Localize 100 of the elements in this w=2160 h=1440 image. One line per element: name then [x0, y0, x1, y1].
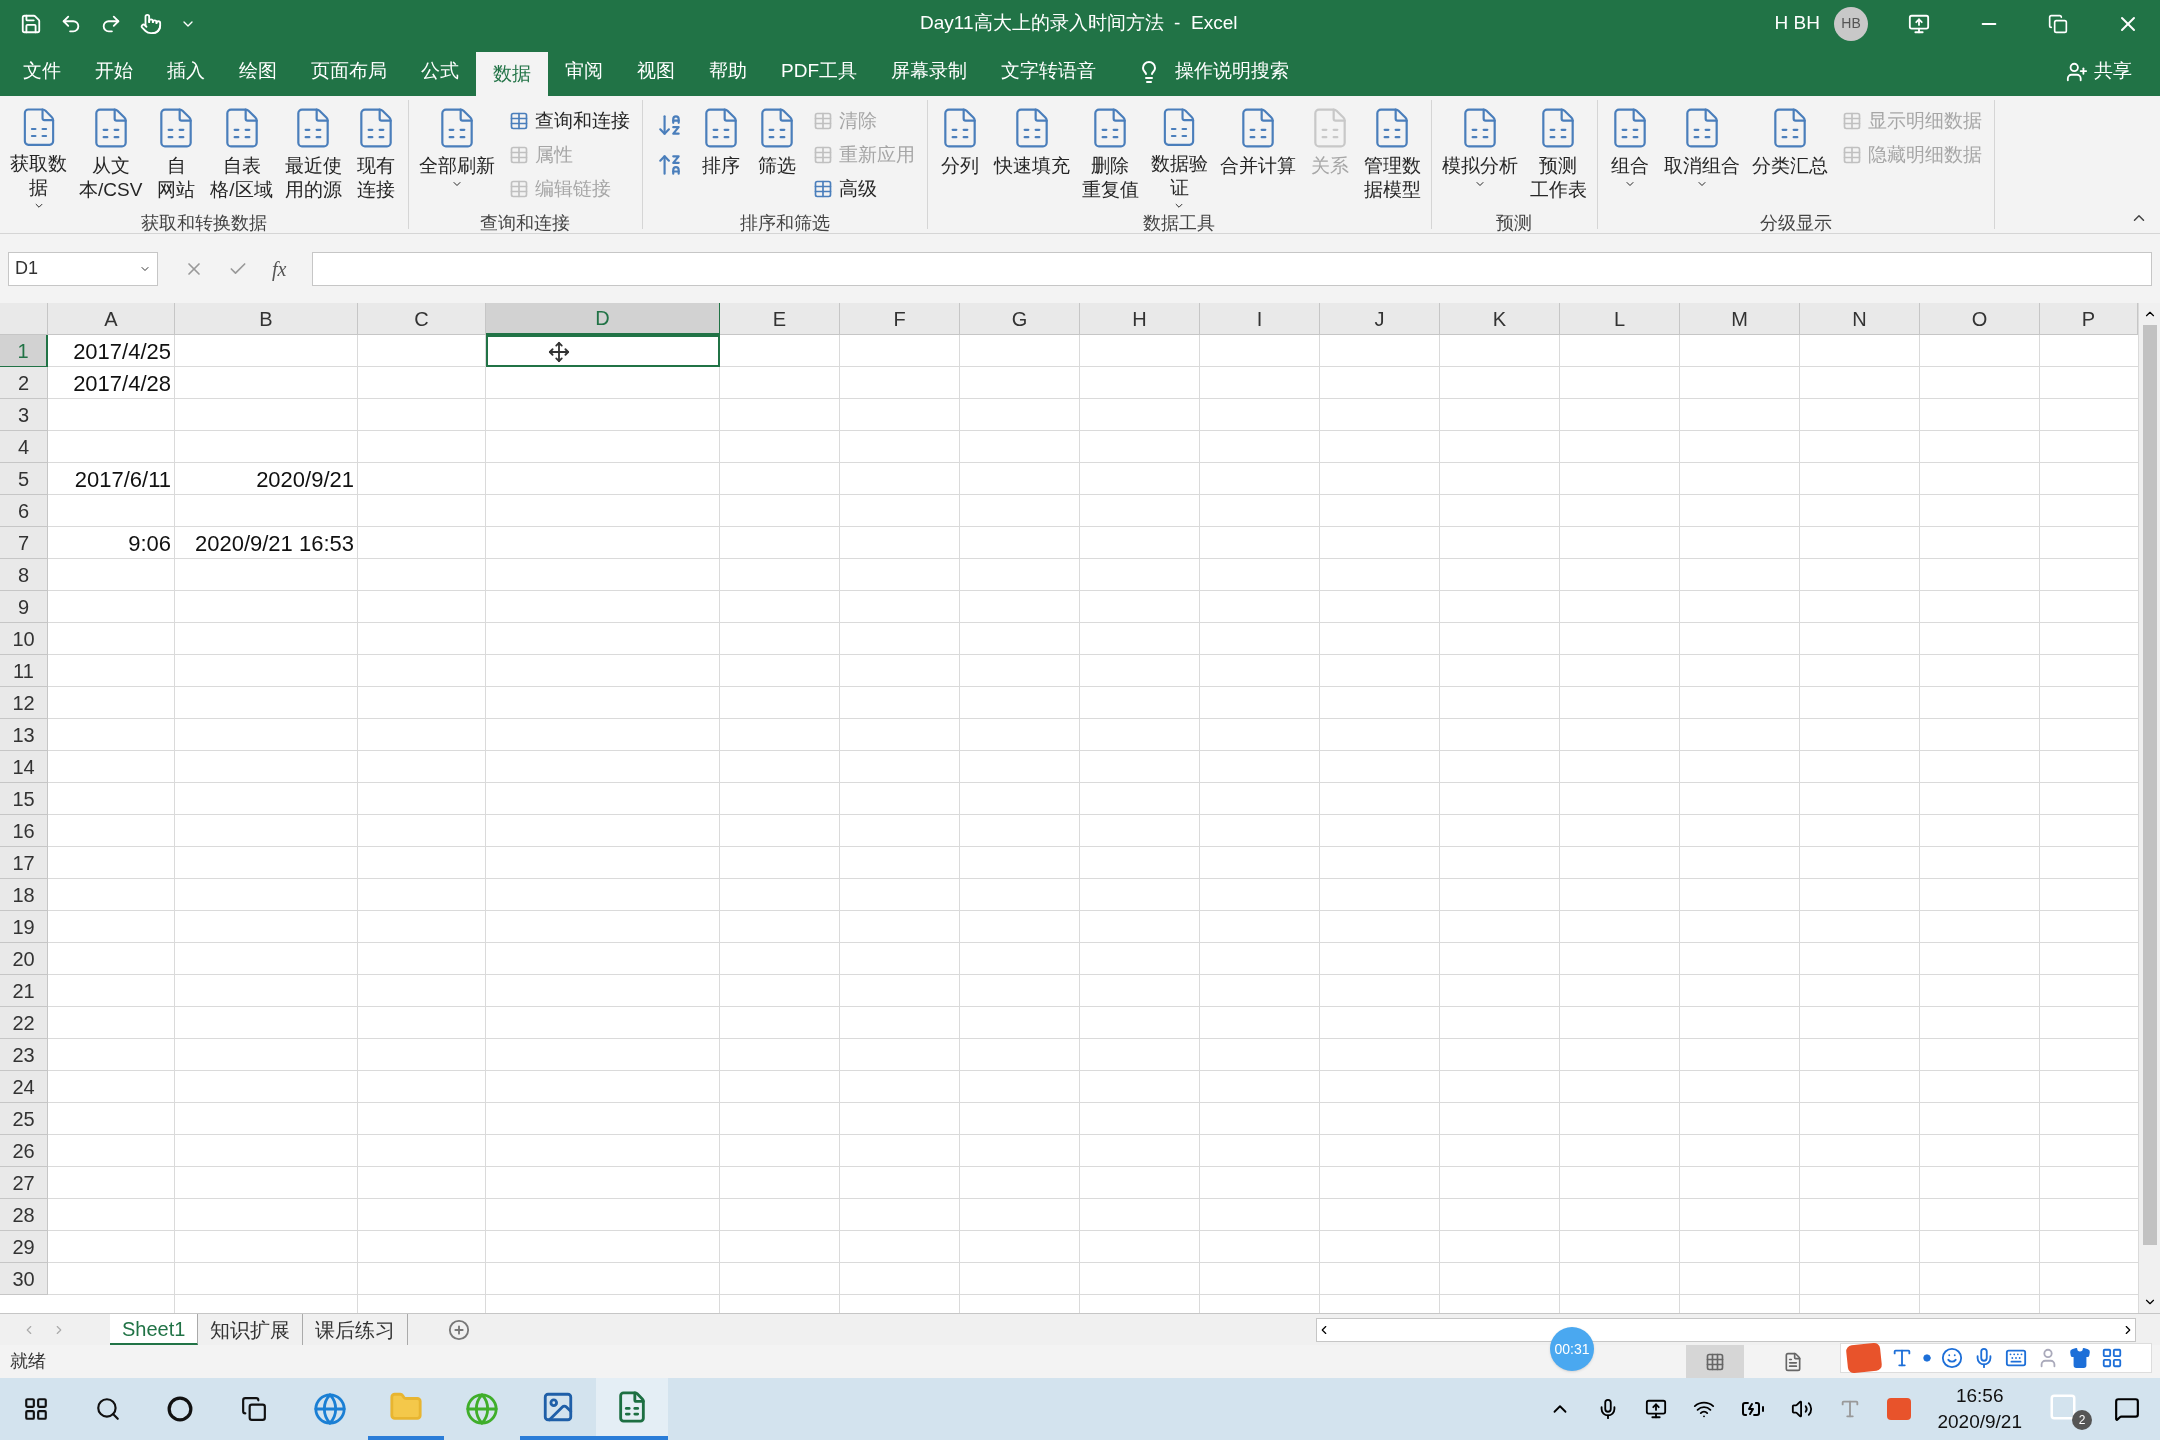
row-header[interactable]: 4 [0, 431, 48, 463]
column-header[interactable]: N [1800, 303, 1920, 335]
row-header[interactable]: 9 [0, 591, 48, 623]
column-header[interactable]: J [1320, 303, 1440, 335]
punctuation-icon[interactable] [1923, 1354, 1931, 1362]
row-header[interactable]: 5 [0, 463, 48, 495]
ribbon-button[interactable]: 删除 重复值 [1075, 100, 1145, 212]
share-button[interactable]: 共享 [2066, 47, 2132, 96]
ribbon-tab[interactable]: 公式 [404, 47, 476, 96]
row-header[interactable]: 17 [0, 847, 48, 879]
row-header[interactable]: 7 [0, 527, 48, 559]
ribbon-tab[interactable]: 页面布局 [294, 47, 404, 96]
ribbon-button[interactable]: 最近使 用的源 [278, 100, 348, 212]
ribbon-button[interactable]: 合并计算 [1213, 100, 1302, 212]
row-header[interactable]: 13 [0, 719, 48, 751]
ribbon-tab[interactable]: 审阅 [548, 47, 620, 96]
ribbon-tab[interactable]: 数据 [476, 52, 548, 96]
shirt-icon[interactable] [2069, 1347, 2091, 1369]
text-icon[interactable] [1891, 1347, 1913, 1369]
ribbon-button[interactable]: 数据验 证 [1144, 100, 1214, 212]
column-header[interactable]: D [486, 303, 720, 335]
cortana-icon[interactable] [167, 1396, 193, 1422]
row-header[interactable]: 26 [0, 1135, 48, 1167]
column-header[interactable]: L [1560, 303, 1680, 335]
row-header[interactable]: 25 [0, 1103, 48, 1135]
row-header[interactable]: 2 [0, 367, 48, 399]
ribbon-button[interactable]: 管理数 据模型 [1357, 100, 1427, 212]
row-header[interactable]: 12 [0, 687, 48, 719]
ribbon-button[interactable]: 筛选 [748, 100, 805, 212]
clock-time[interactable]: 16:56 [1955, 1383, 2004, 1409]
ribbon-button[interactable]: 预测 工作表 [1523, 100, 1593, 212]
ribbon-button[interactable]: 组合 [1601, 100, 1658, 212]
grid-icon[interactable] [2101, 1347, 2123, 1369]
row-header[interactable]: 20 [0, 943, 48, 975]
restore-icon[interactable] [2048, 13, 2068, 34]
ribbon-button[interactable]: 高级 [808, 174, 919, 204]
windows-icon[interactable] [23, 1396, 49, 1422]
volume-icon[interactable] [1791, 1398, 1814, 1420]
ribbon-button[interactable]: 排序 [692, 100, 749, 212]
ribbon-button[interactable]: 快速填充 [987, 100, 1076, 212]
ribbon-button[interactable]: 获取数 据 [4, 100, 73, 212]
formula-input[interactable] [312, 251, 2152, 286]
sogou-tray-icon[interactable] [1887, 1398, 1912, 1420]
insert-function-button[interactable]: fx [272, 253, 287, 284]
normal-view-button[interactable] [1686, 1345, 1744, 1378]
ribbon-tab[interactable]: 绘图 [222, 47, 294, 96]
ribbon-button[interactable]: 模拟分析 [1435, 100, 1524, 212]
row-header[interactable]: 30 [0, 1263, 48, 1295]
column-header[interactable]: F [840, 303, 960, 335]
row-header[interactable]: 11 [0, 655, 48, 687]
photos-icon[interactable] [541, 1390, 575, 1424]
ribbon-button[interactable]: 自 网站 [148, 100, 205, 212]
browser-icon[interactable] [313, 1392, 347, 1426]
touch-icon[interactable] [140, 12, 162, 35]
sogou-logo-icon[interactable] [1845, 1342, 1883, 1374]
row-header[interactable]: 28 [0, 1199, 48, 1231]
row-header[interactable]: 21 [0, 975, 48, 1007]
column-header[interactable]: A [48, 303, 175, 335]
row-header[interactable]: 14 [0, 751, 48, 783]
ribbon-tab[interactable]: 文件 [6, 47, 78, 96]
keyboard-icon[interactable] [2005, 1347, 2027, 1369]
clock-date[interactable]: 2020/9/21 [1937, 1409, 2022, 1435]
ribbon-button[interactable]: 分类汇总 [1745, 100, 1834, 212]
name-box[interactable]: D1 [8, 251, 158, 286]
column-header[interactable]: H [1080, 303, 1200, 335]
row-header[interactable]: 8 [0, 559, 48, 591]
app-tray-icon[interactable] [2048, 1392, 2078, 1422]
column-header[interactable]: E [720, 303, 840, 335]
ribbon-button[interactable]: 查询和连接 [504, 106, 634, 136]
ribbon-button[interactable]: 取消组合 [1657, 100, 1746, 212]
row-header[interactable]: 22 [0, 1007, 48, 1039]
row-header[interactable]: 24 [0, 1071, 48, 1103]
avatar[interactable]: HB [1834, 6, 1868, 41]
tell-me-search[interactable]: 操作说明搜索 [1175, 57, 1289, 86]
row-header[interactable]: 27 [0, 1167, 48, 1199]
ribbon-button[interactable]: 自表 格/区域 [204, 100, 279, 212]
column-header[interactable]: G [960, 303, 1080, 335]
ribbon-tab[interactable]: 插入 [150, 47, 222, 96]
emoji-icon[interactable] [1941, 1347, 1963, 1369]
ribbon-button[interactable]: 全部刷新 [412, 100, 501, 212]
row-header[interactable]: 6 [0, 495, 48, 527]
column-header[interactable]: M [1680, 303, 1800, 335]
ribbon-tab[interactable]: 视图 [620, 47, 692, 96]
row-header[interactable]: 18 [0, 879, 48, 911]
ribbon-display-icon[interactable] [1908, 12, 1930, 35]
row-header[interactable]: 15 [0, 783, 48, 815]
row-header[interactable]: 3 [0, 399, 48, 431]
column-header[interactable]: B [175, 303, 358, 335]
column-header[interactable]: I [1200, 303, 1320, 335]
column-header[interactable]: O [1920, 303, 2040, 335]
add-sheet-icon[interactable] [448, 1318, 471, 1341]
row-header[interactable]: 29 [0, 1231, 48, 1263]
ribbon-button[interactable]: 从文 本/CSV [73, 100, 149, 212]
row-header[interactable]: 1 [0, 335, 48, 367]
ribbon-tab[interactable]: 帮助 [692, 47, 764, 96]
sheet-tab[interactable]: Sheet1 [110, 1314, 199, 1345]
task-view-icon[interactable] [241, 1396, 267, 1422]
search-icon[interactable] [95, 1396, 121, 1422]
ribbon-tab[interactable]: 文字转语音 [984, 47, 1113, 96]
row-header[interactable]: 10 [0, 623, 48, 655]
